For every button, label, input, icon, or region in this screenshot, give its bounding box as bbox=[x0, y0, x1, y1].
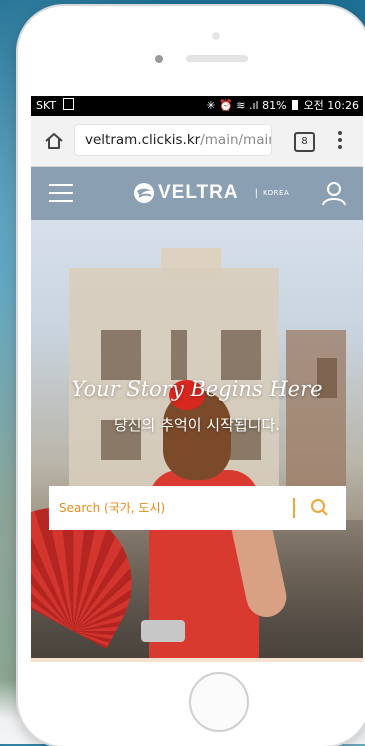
sensor-dot bbox=[212, 32, 220, 40]
earpiece-speaker bbox=[186, 55, 248, 62]
logo-mark-icon bbox=[134, 183, 154, 203]
phone-screen: SKT ✳ ⏰ ≋ .ıl 81% 오전 10:26 veltram.click… bbox=[31, 96, 363, 662]
status-carrier: SKT bbox=[36, 96, 74, 116]
status-right: ✳ ⏰ ≋ .ıl 81% 오전 10:26 bbox=[206, 96, 359, 116]
search-input[interactable] bbox=[49, 486, 289, 530]
user-account-icon[interactable] bbox=[321, 180, 347, 206]
status-indicators: ✳ ⏰ ≋ .ıl bbox=[206, 99, 259, 112]
building-window bbox=[221, 330, 261, 380]
hero-tagline-english: Your Story Begins Here bbox=[71, 377, 323, 401]
hero-bottom-strip bbox=[31, 658, 363, 662]
home-icon[interactable] bbox=[43, 130, 65, 152]
tab-switcher-button[interactable]: 8 bbox=[294, 132, 315, 152]
site-header: VELTRA | KOREA bbox=[31, 167, 363, 220]
hand-camera bbox=[141, 620, 185, 642]
building-window bbox=[101, 330, 141, 380]
address-bar[interactable]: veltram.clickis.kr/main/main. bbox=[75, 125, 271, 155]
logo-region: KOREA bbox=[262, 189, 290, 197]
sim-icon bbox=[62, 98, 74, 110]
logo-separator: | bbox=[254, 187, 258, 199]
battery-percent: 81% bbox=[262, 99, 287, 112]
status-bar: SKT ✳ ⏰ ≋ .ıl 81% 오전 10:26 bbox=[31, 96, 363, 116]
veltra-logo[interactable]: VELTRA | KOREA bbox=[133, 181, 289, 205]
front-camera bbox=[155, 55, 163, 63]
carrier-label: SKT bbox=[36, 99, 57, 112]
menu-icon[interactable] bbox=[49, 184, 73, 202]
hero-banner: Your Story Begins Here 당신의 추억이 시작됩니다. bbox=[31, 220, 363, 662]
url-host: veltram.clickis.kr bbox=[85, 132, 201, 148]
clock: 오전 10:26 bbox=[303, 99, 359, 112]
browser-toolbar: veltram.clickis.kr/main/main. 8 bbox=[31, 116, 363, 167]
home-button[interactable] bbox=[189, 672, 249, 732]
search-icon[interactable] bbox=[305, 494, 335, 522]
building-window bbox=[171, 330, 187, 380]
logo-text: VELTRA bbox=[158, 182, 239, 203]
more-options-icon[interactable] bbox=[337, 131, 343, 151]
search-divider bbox=[293, 498, 295, 518]
search-box bbox=[49, 486, 346, 530]
url-path: /main/main. bbox=[200, 132, 271, 148]
battery-icon bbox=[292, 100, 299, 110]
hero-tagline-korean: 당신의 추억이 시작됩니다. bbox=[113, 416, 281, 434]
